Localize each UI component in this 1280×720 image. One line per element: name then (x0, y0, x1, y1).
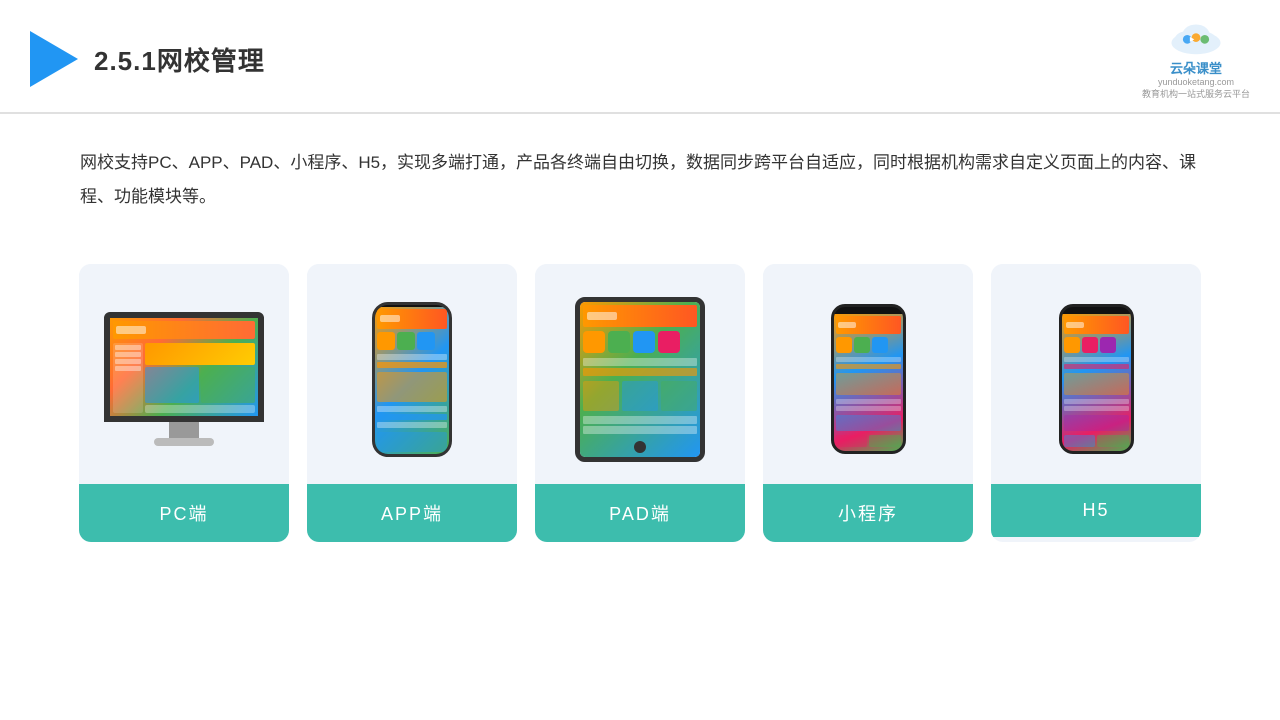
card-pc-image (79, 264, 289, 484)
card-h5-image (991, 264, 1201, 484)
phone-miniprogram-icon (831, 304, 906, 454)
card-h5: H5 (991, 264, 1201, 542)
card-miniprogram-image (763, 264, 973, 484)
platform-cards: PC端 (0, 244, 1280, 572)
card-miniprogram-label: 小程序 (763, 484, 973, 542)
logo-triangle-icon (30, 31, 78, 87)
card-app: APP端 (307, 264, 517, 542)
card-pc-label: PC端 (79, 484, 289, 542)
brand-slogan: 教育机构一站式服务云平台 (1142, 87, 1250, 100)
card-app-label: APP端 (307, 484, 517, 542)
tablet-home-button (634, 441, 646, 453)
monitor-stand (169, 422, 199, 438)
brand-name: 云朵课堂 (1170, 58, 1222, 77)
cloud-logo-icon (1161, 18, 1231, 58)
card-h5-label: H5 (991, 484, 1201, 537)
description-text: 网校支持PC、APP、PAD、小程序、H5，实现多端打通，产品各终端自由切换，数… (0, 114, 1280, 234)
card-pad: PAD端 (535, 264, 745, 542)
brand-logo: 云朵课堂 yunduoketang.com 教育机构一站式服务云平台 (1142, 18, 1250, 100)
card-pad-image (535, 264, 745, 484)
card-pc: PC端 (79, 264, 289, 542)
header: 2.5.1网校管理 云朵课堂 yunduoketang.com 教育机构一站式服… (0, 0, 1280, 114)
monitor-base (154, 438, 214, 446)
card-pad-label: PAD端 (535, 484, 745, 542)
header-left: 2.5.1网校管理 (30, 31, 265, 87)
header-right: 云朵课堂 yunduoketang.com 教育机构一站式服务云平台 (1142, 18, 1250, 100)
tablet-pad-icon (575, 297, 705, 462)
card-miniprogram: 小程序 (763, 264, 973, 542)
page-title: 2.5.1网校管理 (94, 41, 265, 78)
phone-h5-icon (1059, 304, 1134, 454)
brand-url: yunduoketang.com (1158, 77, 1234, 87)
card-app-image (307, 264, 517, 484)
phone-app-icon (372, 302, 452, 457)
pc-monitor-icon (104, 312, 264, 446)
